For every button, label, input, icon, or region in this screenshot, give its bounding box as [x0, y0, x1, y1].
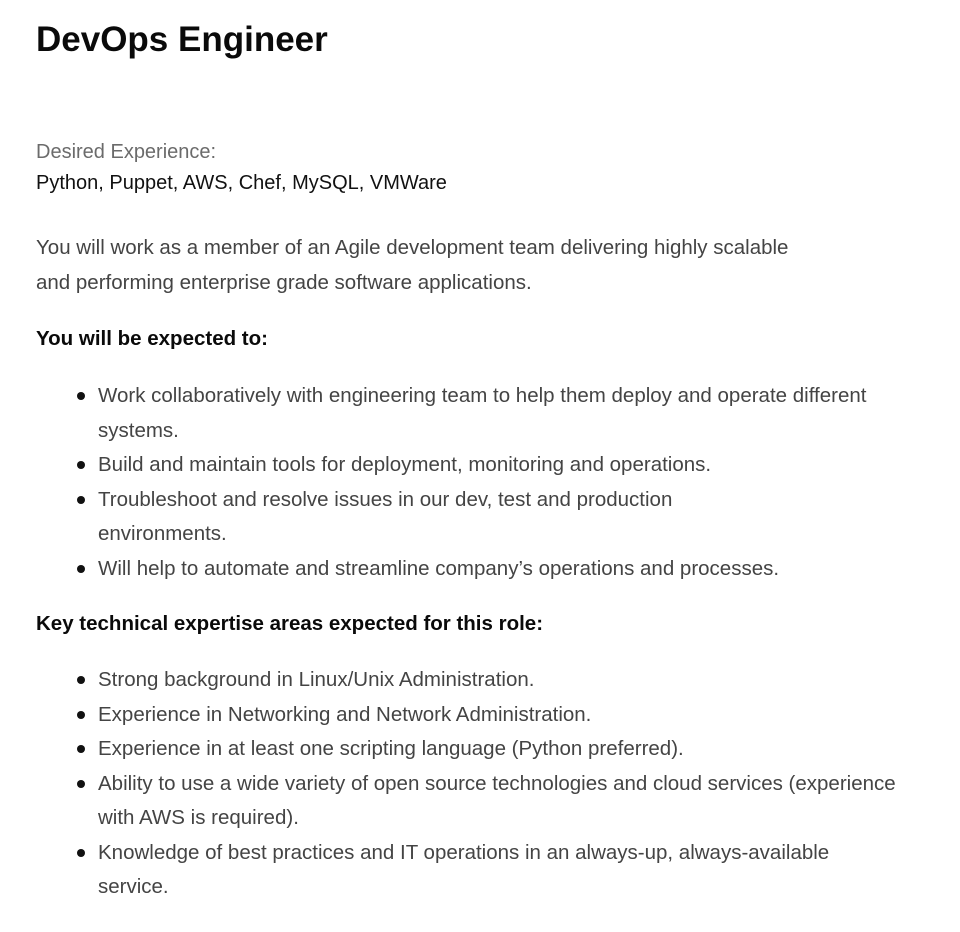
expectations-heading: You will be expected to:	[36, 327, 268, 350]
expertise-list: Strong background in Linux/Unix Administ…	[36, 663, 896, 905]
list-item-text: Ability to use a wide variety of open so…	[98, 771, 896, 830]
desired-experience-label: Desired Experience:	[36, 141, 217, 163]
list-item-text: Knowledge of best practices and IT opera…	[98, 840, 830, 899]
bullet-icon	[77, 848, 85, 857]
list-item-text: Experience in Networking and Network Adm…	[98, 702, 592, 726]
bullet-icon	[77, 461, 85, 469]
list-item: Experience in at least one scripting lan…	[36, 732, 858, 767]
bullet-icon	[77, 564, 85, 573]
list-item-text: Build and maintain tools for deployment,…	[98, 453, 712, 476]
bullet-icon	[77, 779, 85, 788]
list-item-text: Experience in at least one scripting lan…	[98, 737, 684, 760]
bullet-icon	[77, 676, 85, 684]
list-item-text: Will help to automate and streamline com…	[98, 556, 780, 580]
list-item: Build and maintain tools for deployment,…	[36, 448, 858, 483]
desired-experience-value: Python, Puppet, AWS, Chef, MySQL, VMWare	[36, 172, 447, 194]
list-item-text: Strong background in Linux/Unix Administ…	[98, 668, 535, 691]
list-item: Strong background in Linux/Unix Administ…	[36, 663, 858, 698]
list-item: Work collaboratively with engineering te…	[36, 379, 896, 448]
bullet-icon	[77, 745, 85, 753]
list-item-text: Work collaboratively with engineering te…	[98, 384, 867, 442]
bullet-icon	[77, 710, 85, 719]
expectations-list: Work collaboratively with engineering te…	[36, 379, 896, 586]
list-item: Will help to automate and streamline com…	[36, 552, 896, 587]
page-title: DevOps Engineer	[36, 20, 328, 59]
bullet-icon	[77, 392, 85, 400]
list-item-text: Troubleshoot and resolve issues in our d…	[98, 487, 673, 546]
expertise-heading: Key technical expertise areas expected f…	[36, 612, 544, 635]
list-item: Troubleshoot and resolve issues in our d…	[36, 483, 798, 552]
list-item: Knowledge of best practices and IT opera…	[36, 836, 878, 905]
bullet-icon	[77, 495, 85, 504]
list-item: Experience in Networking and Network Adm…	[36, 698, 858, 733]
list-item: Ability to use a wide variety of open so…	[36, 767, 896, 836]
intro-paragraph: You will work as a member of an Agile de…	[36, 236, 789, 294]
